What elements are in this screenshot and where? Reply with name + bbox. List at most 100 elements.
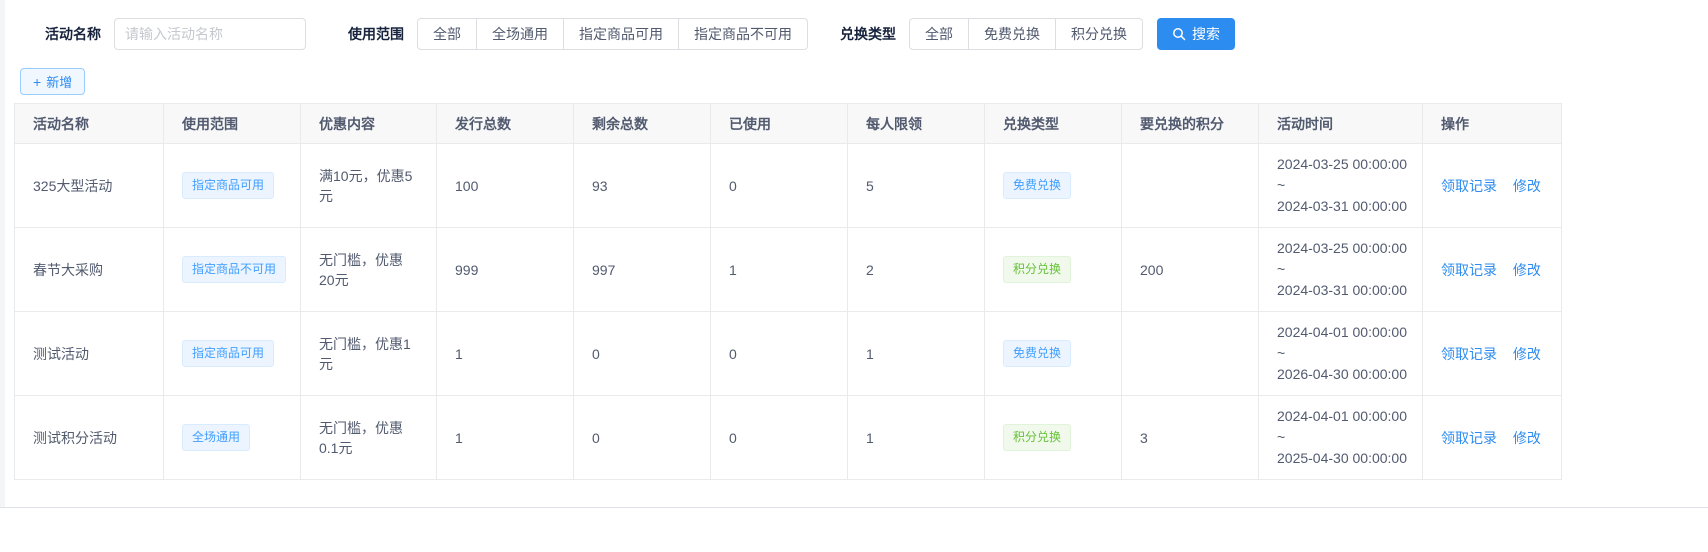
usage-scope-tag: 全场通用 [182, 424, 250, 450]
usage-scope-tag: 指定商品不可用 [182, 256, 286, 282]
usage-scope-filter: 使用范围 全部 全场通用 指定商品可用 指定商品不可用 [348, 18, 808, 50]
claim-records-link[interactable]: 领取记录 [1441, 430, 1497, 446]
time-start: 2024-03-25 00:00:00 [1277, 238, 1404, 259]
column-header-total-remaining: 剩余总数 [574, 104, 711, 144]
column-header-usage-scope: 使用范围 [164, 104, 301, 144]
cell-total-issued: 1 [437, 396, 574, 480]
coupon-activity-admin-page: 活动名称 使用范围 全部 全场通用 指定商品可用 指定商品不可用 兑换类型 全部… [0, 0, 1708, 552]
cell-used: 0 [711, 312, 848, 396]
page-left-edge [0, 0, 5, 508]
search-button[interactable]: 搜索 [1157, 18, 1235, 50]
column-header-points-required: 要兑换的积分 [1122, 104, 1259, 144]
usage-scope-option-universal[interactable]: 全场通用 [476, 18, 564, 50]
claim-records-link[interactable]: 领取记录 [1441, 262, 1497, 278]
usage-scope-option-specified-usable[interactable]: 指定商品可用 [563, 18, 679, 50]
exchange-type-filter: 兑换类型 全部 免费兑换 积分兑换 [840, 18, 1143, 50]
edit-link[interactable]: 修改 [1513, 430, 1541, 446]
time-end: 2024-03-31 00:00:00 [1277, 280, 1404, 301]
edit-link[interactable]: 修改 [1513, 178, 1541, 194]
cell-per-person-limit: 5 [848, 144, 985, 228]
time-end: 2025-04-30 00:00:00 [1277, 448, 1404, 469]
column-header-activity-time: 活动时间 [1259, 104, 1423, 144]
time-start: 2024-04-01 00:00:00 [1277, 406, 1404, 427]
cell-total-remaining: 0 [574, 312, 711, 396]
activity-name-filter: 活动名称 [45, 18, 306, 50]
cell-points-required: 3 [1122, 396, 1259, 480]
column-header-total-issued: 发行总数 [437, 104, 574, 144]
time-start: 2024-03-25 00:00:00 [1277, 154, 1404, 175]
usage-scope-group: 全部 全场通用 指定商品可用 指定商品不可用 [417, 18, 808, 50]
usage-scope-option-specified-unusable[interactable]: 指定商品不可用 [678, 18, 808, 50]
cell-exchange-type: 积分兑换 [985, 228, 1122, 312]
time-start: 2024-04-01 00:00:00 [1277, 322, 1404, 343]
cell-points-required: 200 [1122, 228, 1259, 312]
add-button[interactable]: + 新增 [20, 68, 85, 95]
column-header-per-person-limit: 每人限领 [848, 104, 985, 144]
exchange-type-label: 兑换类型 [840, 24, 896, 44]
cell-used: 0 [711, 144, 848, 228]
cell-activity-name: 春节大采购 [15, 228, 164, 312]
table-row: 测试活动 指定商品可用 无门槛，优惠1元 1 0 0 1 免费兑换 2024-0… [15, 312, 1562, 396]
cell-usage-scope: 指定商品不可用 [164, 228, 301, 312]
cell-used: 0 [711, 396, 848, 480]
exchange-type-tag: 免费兑换 [1003, 340, 1071, 366]
cell-total-remaining: 93 [574, 144, 711, 228]
exchange-type-group: 全部 免费兑换 积分兑换 [909, 18, 1143, 50]
usage-scope-label: 使用范围 [348, 24, 404, 44]
cell-total-remaining: 0 [574, 396, 711, 480]
search-icon [1172, 27, 1186, 41]
cell-activity-name: 测试活动 [15, 312, 164, 396]
activity-name-input[interactable] [114, 18, 306, 50]
cell-activity-name: 325大型活动 [15, 144, 164, 228]
cell-discount-content: 无门槛，优惠0.1元 [301, 396, 437, 480]
exchange-type-tag: 积分兑换 [1003, 424, 1071, 450]
time-end: 2026-04-30 00:00:00 [1277, 364, 1404, 385]
exchange-type-option-free[interactable]: 免费兑换 [968, 18, 1056, 50]
usage-scope-tag: 指定商品可用 [182, 340, 274, 366]
column-header-activity-name: 活动名称 [15, 104, 164, 144]
column-header-discount-content: 优惠内容 [301, 104, 437, 144]
cell-discount-content: 无门槛，优惠20元 [301, 228, 437, 312]
claim-records-link[interactable]: 领取记录 [1441, 346, 1497, 362]
activity-name-label: 活动名称 [45, 24, 101, 44]
cell-total-issued: 999 [437, 228, 574, 312]
cell-actions: 领取记录 修改 [1423, 144, 1562, 228]
exchange-type-tag: 免费兑换 [1003, 172, 1071, 198]
search-button-label: 搜索 [1192, 24, 1220, 44]
cell-total-issued: 100 [437, 144, 574, 228]
cell-activity-name: 测试积分活动 [15, 396, 164, 480]
cell-activity-time: 2024-04-01 00:00:00 ~ 2026-04-30 00:00:0… [1259, 312, 1423, 396]
cell-per-person-limit: 1 [848, 312, 985, 396]
claim-records-link[interactable]: 领取记录 [1441, 178, 1497, 194]
add-button-label: 新增 [46, 72, 72, 91]
column-header-actions: 操作 [1423, 104, 1562, 144]
cell-used: 1 [711, 228, 848, 312]
exchange-type-tag: 积分兑换 [1003, 256, 1071, 282]
time-end: 2024-03-31 00:00:00 [1277, 196, 1404, 217]
cell-total-remaining: 997 [574, 228, 711, 312]
time-separator: ~ [1277, 343, 1404, 364]
cell-exchange-type: 免费兑换 [985, 144, 1122, 228]
time-separator: ~ [1277, 259, 1404, 280]
cell-total-issued: 1 [437, 312, 574, 396]
table-row: 325大型活动 指定商品可用 满10元，优惠5元 100 93 0 5 免费兑换… [15, 144, 1562, 228]
cell-actions: 领取记录 修改 [1423, 228, 1562, 312]
cell-exchange-type: 免费兑换 [985, 312, 1122, 396]
cell-activity-time: 2024-03-25 00:00:00 ~ 2024-03-31 00:00:0… [1259, 228, 1423, 312]
exchange-type-option-points[interactable]: 积分兑换 [1055, 18, 1143, 50]
cell-usage-scope: 全场通用 [164, 396, 301, 480]
edit-link[interactable]: 修改 [1513, 262, 1541, 278]
cell-discount-content: 满10元，优惠5元 [301, 144, 437, 228]
cell-exchange-type: 积分兑换 [985, 396, 1122, 480]
edit-link[interactable]: 修改 [1513, 346, 1541, 362]
cell-points-required [1122, 312, 1259, 396]
column-header-exchange-type: 兑换类型 [985, 104, 1122, 144]
exchange-type-option-all[interactable]: 全部 [909, 18, 969, 50]
usage-scope-tag: 指定商品可用 [182, 172, 274, 198]
usage-scope-option-all[interactable]: 全部 [417, 18, 477, 50]
cell-points-required [1122, 144, 1259, 228]
filter-bar: 活动名称 使用范围 全部 全场通用 指定商品可用 指定商品不可用 兑换类型 全部… [0, 0, 1708, 50]
cell-activity-time: 2024-03-25 00:00:00 ~ 2024-03-31 00:00:0… [1259, 144, 1423, 228]
cell-per-person-limit: 1 [848, 396, 985, 480]
cell-usage-scope: 指定商品可用 [164, 312, 301, 396]
